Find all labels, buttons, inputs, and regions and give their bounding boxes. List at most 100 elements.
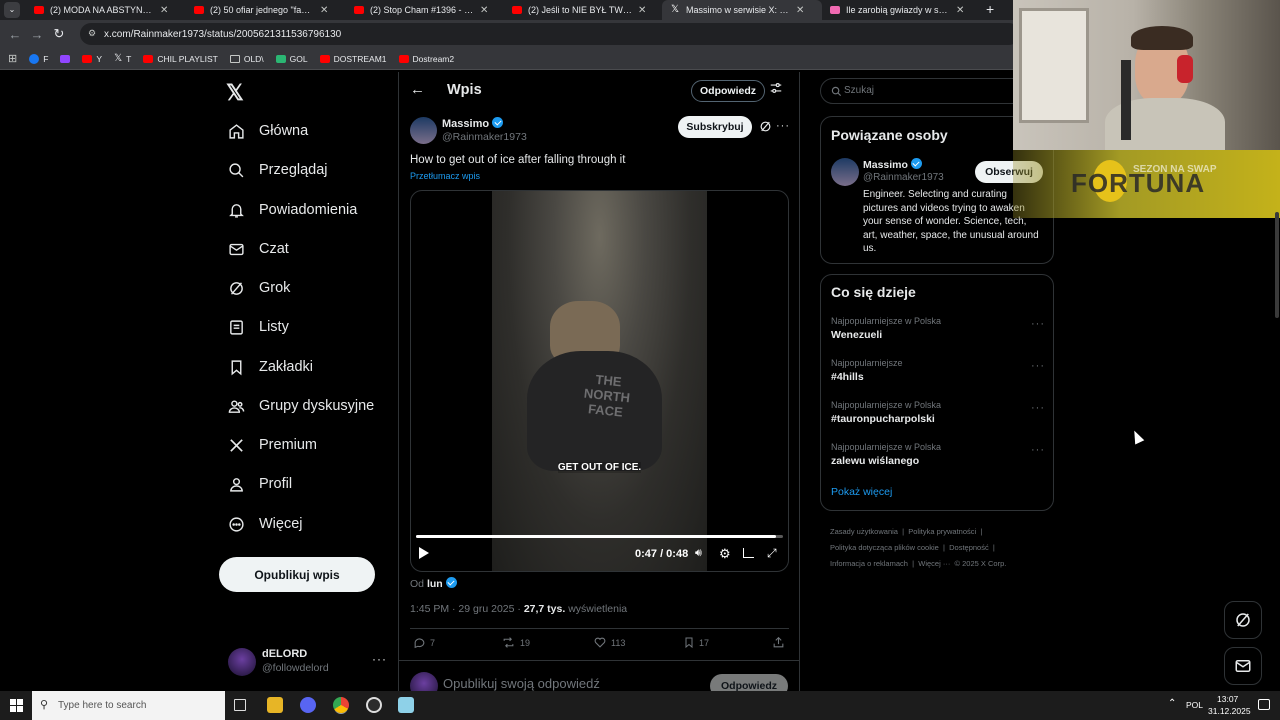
close-icon[interactable]: ✕ — [638, 5, 646, 16]
video-player[interactable]: THE NORTH FACE GET OUT OF ICE. 0:47 / 0:… — [410, 190, 789, 572]
browser-tab[interactable]: (2) Jeśli to NIE BYŁ TWÓJ ROK ✕ — [504, 0, 662, 20]
action-repost[interactable]: 19 — [501, 636, 530, 649]
apps-icon[interactable]: ⊞ — [8, 52, 17, 65]
browser-tab[interactable]: (2) Stop Cham #1396 - Niebezp ✕ — [346, 0, 504, 20]
trend-item[interactable]: Najpopularniejsze w Polska #tauronpuchar… — [831, 400, 1045, 425]
action-bookmark[interactable]: 17 — [683, 636, 709, 649]
nav-grok[interactable]: Grok — [228, 277, 290, 299]
task-view-icon[interactable] — [234, 699, 246, 711]
publish-post-button[interactable]: Opublikuj wpis — [219, 557, 375, 592]
related-avatar[interactable] — [831, 158, 859, 186]
url-field[interactable]: ⚙ x.com/Rainmaker1973/status/20056213115… — [80, 23, 1020, 45]
nav-explore[interactable]: Przeglądaj — [228, 159, 328, 181]
taskbar-search[interactable]: ⚲ Type here to search — [32, 691, 225, 720]
notifications-icon[interactable] — [1258, 699, 1270, 710]
show-more-link[interactable]: Pokaż więcej — [831, 486, 892, 498]
bookmark-item[interactable] — [60, 54, 71, 63]
nav-lists[interactable]: Listy — [228, 316, 289, 338]
more-icon[interactable]: ··· — [1031, 402, 1045, 414]
reply-header-button[interactable]: Odpowiedz — [691, 80, 765, 102]
close-icon[interactable]: ✕ — [956, 5, 964, 16]
nav-chat[interactable]: Czat — [228, 238, 289, 260]
more-icon[interactable]: ··· — [776, 120, 790, 132]
settings-icon[interactable]: ⚙ — [719, 546, 731, 562]
source-user-link[interactable]: lun — [427, 578, 443, 590]
footer-link[interactable]: Polityka prywatności — [908, 527, 976, 536]
action-reply[interactable]: 7 — [413, 636, 435, 649]
nav-notifications[interactable]: Powiadomienia — [228, 199, 357, 221]
obs-app-icon[interactable] — [366, 697, 382, 713]
footer-link[interactable]: Zasady użytkowania — [830, 527, 898, 536]
bookmark-item[interactable]: CHIL PLAYLIST — [143, 54, 218, 64]
bookmark-item[interactable]: DOSTREAM1 — [319, 54, 387, 64]
notepad-app-icon[interactable] — [398, 697, 414, 713]
reload-icon[interactable]: ↻ — [48, 26, 70, 42]
messages-floating-button[interactable] — [1224, 647, 1262, 685]
language-indicator[interactable]: POL — [1186, 700, 1203, 710]
tray-chevron-icon[interactable]: ⌃ — [1168, 698, 1176, 709]
footer-link[interactable]: Dostępność — [949, 543, 989, 552]
play-icon[interactable] — [419, 547, 429, 559]
bookmark-item[interactable]: F — [29, 53, 48, 64]
forward-icon[interactable]: → — [26, 27, 48, 42]
tab-search-icon[interactable]: ⌄ — [4, 2, 20, 18]
author-name-row[interactable]: Massimo — [442, 117, 504, 130]
nav-bookmarks[interactable]: Zakładki — [228, 356, 313, 378]
close-icon[interactable]: ✕ — [160, 5, 168, 16]
clock-date[interactable]: 31.12.2025 — [1208, 706, 1251, 716]
fullscreen-icon[interactable]: ⤢ — [767, 546, 777, 561]
action-like[interactable]: 113 — [593, 636, 625, 649]
site-info-icon[interactable]: ⚙ — [88, 28, 96, 39]
filter-icon[interactable] — [769, 81, 783, 95]
more-icon[interactable]: ··· — [1031, 318, 1045, 330]
trend-item[interactable]: Najpopularniejsze #4hills ··· — [831, 358, 1045, 383]
footer-link[interactable]: Informacja o reklamach — [830, 559, 908, 568]
share-icon[interactable] — [772, 636, 785, 654]
nav-profile[interactable]: Profil — [228, 473, 292, 495]
bookmark-item[interactable]: Y — [82, 54, 102, 64]
nav-premium[interactable]: Premium — [228, 434, 317, 456]
browser-tab[interactable]: (2) MODA NA ABSTYNENCJĘ? ✕ — [26, 0, 184, 20]
translate-link[interactable]: Przetłumacz wpis — [410, 171, 480, 181]
browser-tab[interactable]: (2) 50 ofiar jednego "fachowca" ✕ — [186, 0, 344, 20]
back-icon[interactable]: ← — [4, 27, 26, 42]
x-logo-icon[interactable]: 𝕏 — [226, 80, 244, 106]
author-avatar[interactable] — [410, 117, 437, 144]
file-explorer-icon[interactable] — [267, 697, 283, 713]
close-icon[interactable]: ✕ — [796, 5, 804, 16]
nav-communities[interactable]: Grupy dyskusyjne — [228, 395, 374, 417]
page-scrollbar[interactable] — [1275, 212, 1279, 318]
clock-time[interactable]: 13:07 — [1217, 694, 1238, 704]
chrome-app-icon[interactable] — [333, 697, 349, 713]
reply-input[interactable]: Opublikuj swoją odpowiedź — [443, 676, 600, 691]
close-icon[interactable]: ✕ — [320, 5, 328, 16]
grok-icon[interactable] — [759, 120, 772, 133]
subscribe-button[interactable]: Subskrybuj — [678, 116, 752, 138]
video-progress-track[interactable] — [416, 535, 783, 538]
nav-more[interactable]: Więcej — [228, 513, 303, 535]
more-icon[interactable]: ··· — [372, 652, 387, 666]
account-switcher[interactable]: dELORD @followdelord ··· — [226, 646, 386, 680]
pip-icon[interactable] — [743, 548, 754, 558]
more-icon[interactable]: ··· — [1031, 360, 1045, 372]
close-icon[interactable]: ✕ — [480, 5, 488, 16]
footer-link[interactable]: Więcej ··· — [918, 559, 950, 568]
more-icon[interactable]: ··· — [1031, 444, 1045, 456]
browser-tab-active[interactable]: 𝕏 Massimo w serwisie X: „How to ✕ — [662, 0, 822, 20]
windows-start-icon[interactable] — [10, 699, 23, 712]
trend-item[interactable]: Najpopularniejsze w Polska zalewu wiślan… — [831, 442, 1045, 467]
bookmark-item[interactable]: 𝕏T — [114, 53, 131, 64]
bookmark-item[interactable]: OLD\ — [229, 54, 264, 64]
back-arrow-icon[interactable]: ← — [410, 81, 425, 98]
related-name-row[interactable]: Massimo — [863, 158, 922, 171]
browser-tab[interactable]: Ile zarobią gwiazdy w sylwestra ✕ — [822, 0, 982, 20]
nav-home[interactable]: Główna — [228, 120, 308, 142]
new-tab-button[interactable]: + — [986, 1, 994, 17]
bookmark-item[interactable]: GOL — [275, 54, 308, 64]
footer-link[interactable]: Polityka dotycząca plików cookie — [830, 543, 939, 552]
post-timestamp[interactable]: 1:45 PM · 29 gru 2025 · — [410, 603, 524, 615]
bookmark-item[interactable]: Dostream2 — [398, 54, 454, 64]
grok-floating-button[interactable] — [1224, 601, 1262, 639]
discord-app-icon[interactable] — [300, 697, 316, 713]
trend-item[interactable]: Najpopularniejsze w Polska Wenezueli ··· — [831, 316, 1045, 341]
